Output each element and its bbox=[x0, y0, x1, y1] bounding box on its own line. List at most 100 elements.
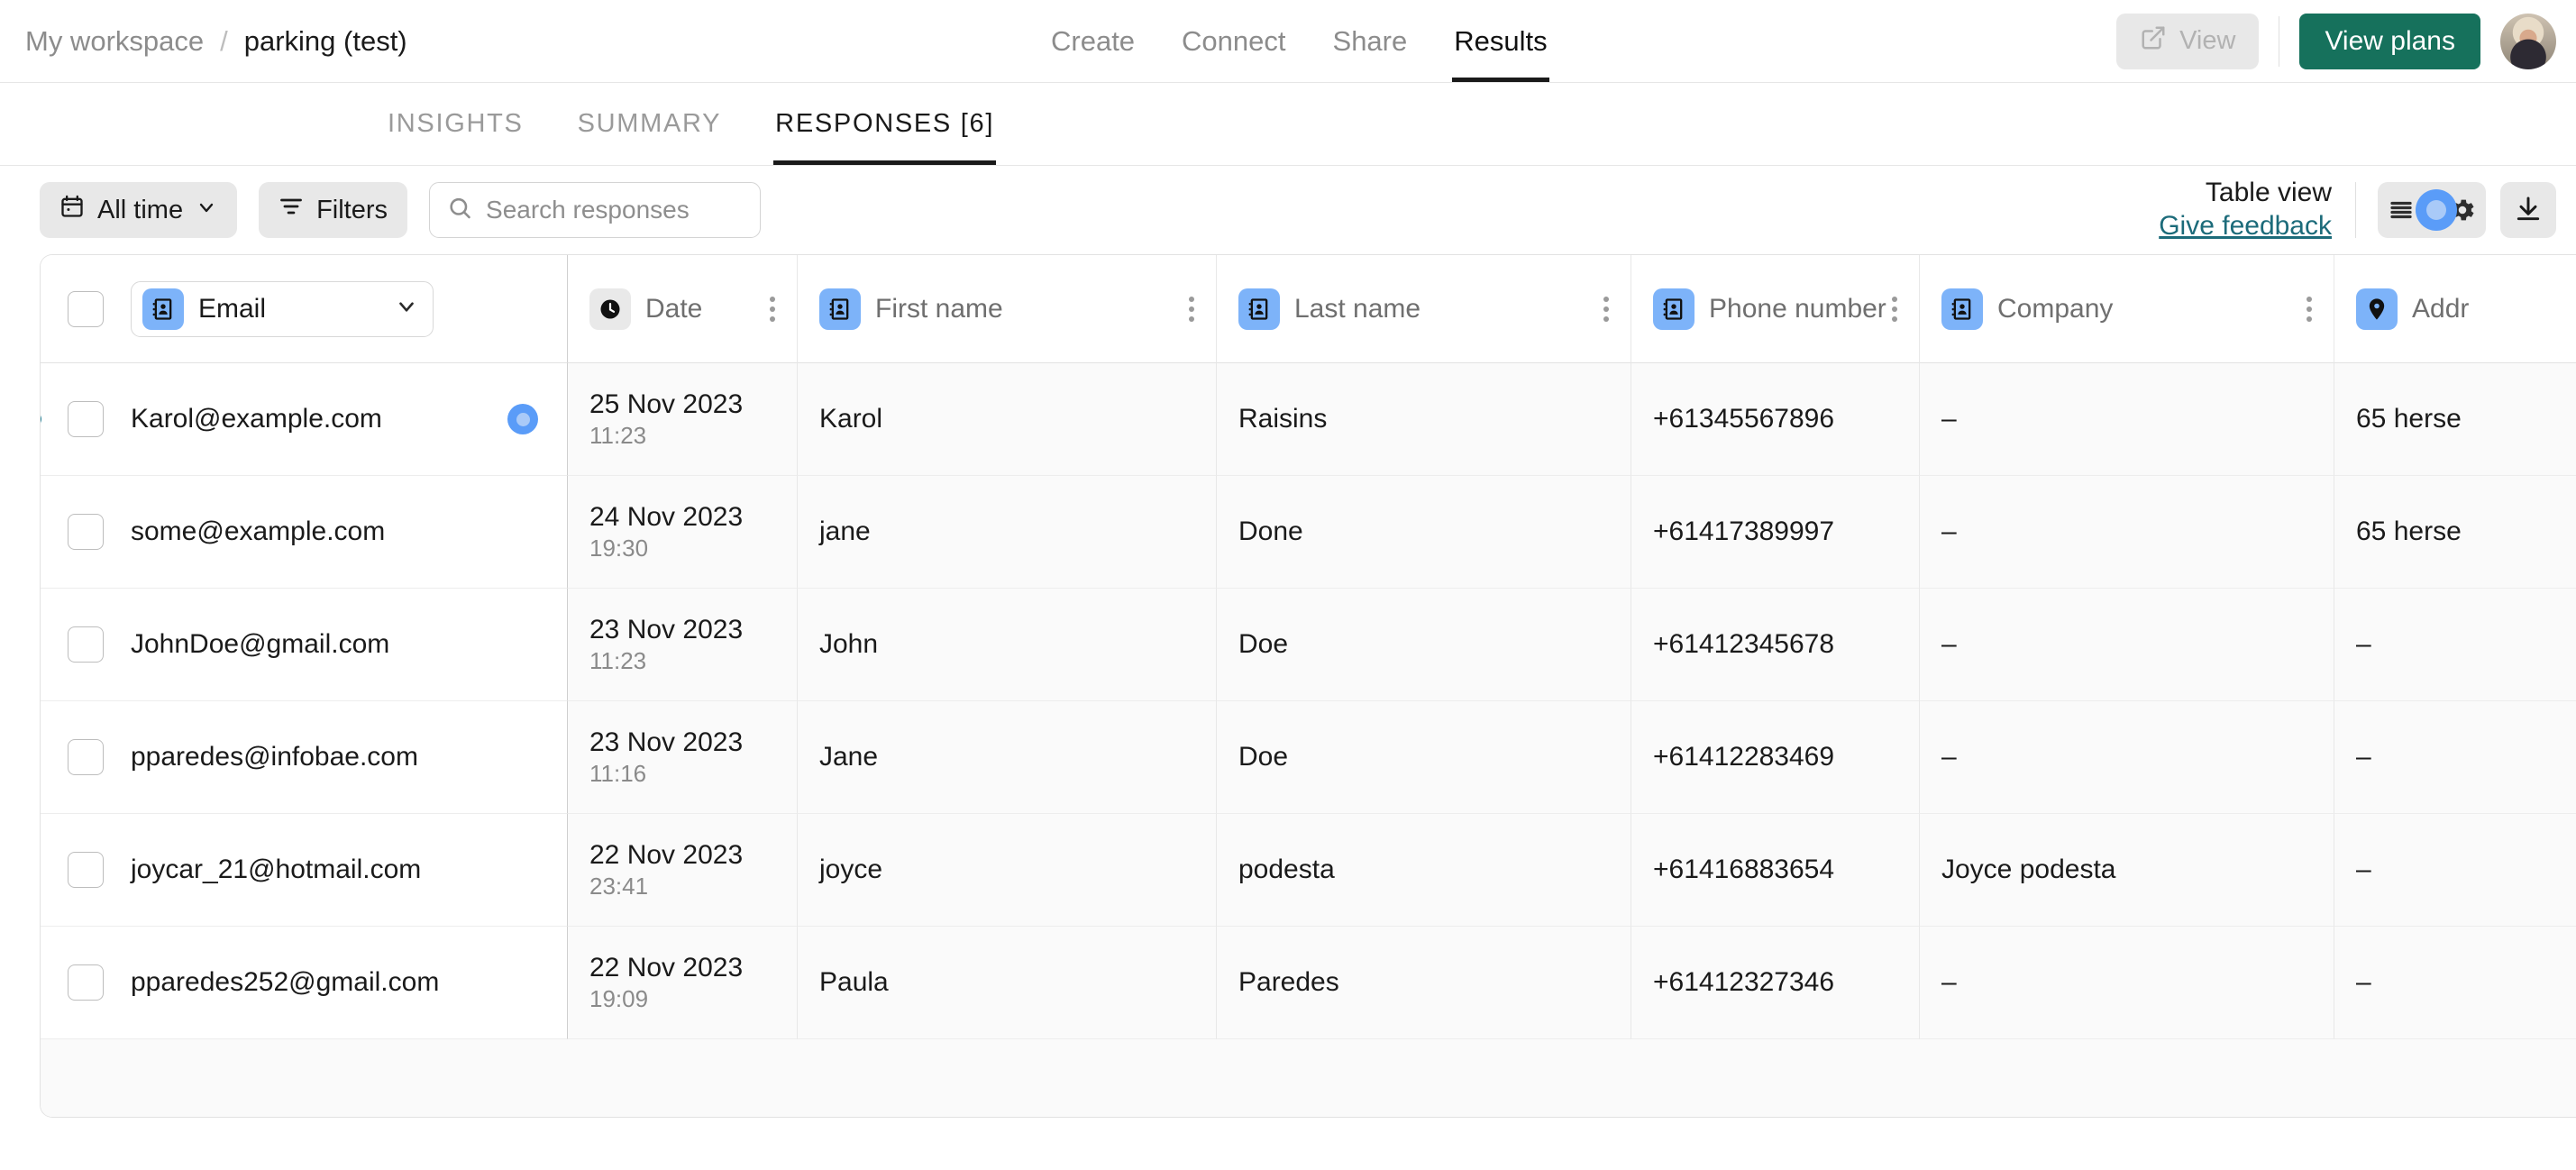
nav-tab-share[interactable]: Share bbox=[1310, 0, 1431, 82]
contact-card-icon bbox=[1238, 288, 1280, 330]
search-responses-wrapper bbox=[429, 182, 762, 238]
cell-phone-number: +61417389997 bbox=[1631, 476, 1920, 589]
cell-email: joycar_21@hotmail.com bbox=[131, 855, 422, 884]
nav-tab-results[interactable]: Results bbox=[1430, 0, 1570, 82]
cell-company: – bbox=[1920, 589, 2334, 701]
date-filter-label: All time bbox=[97, 195, 184, 224]
select-all-checkbox[interactable] bbox=[68, 290, 104, 327]
toggle-knob[interactable] bbox=[2416, 189, 2457, 231]
table-row[interactable]: pparedes252@gmail.com bbox=[41, 927, 568, 1039]
row-checkbox[interactable] bbox=[68, 401, 104, 437]
download-icon bbox=[2514, 195, 2543, 226]
cell-address: – bbox=[2334, 927, 2576, 1039]
cell-date-value: 23 Nov 2023 bbox=[589, 614, 744, 644]
column-menu-date[interactable] bbox=[764, 289, 781, 329]
filters-label: Filters bbox=[316, 195, 388, 224]
cell-last-name: Doe bbox=[1217, 701, 1631, 814]
cell-phone-number: +61412327346 bbox=[1631, 927, 1920, 1039]
cell-phone-number: +61345567896 bbox=[1631, 363, 1920, 476]
nav-tab-connect[interactable]: Connect bbox=[1158, 0, 1309, 82]
column-menu-company[interactable] bbox=[2301, 289, 2317, 329]
email-column-select[interactable]: Email bbox=[131, 280, 434, 337]
breadcrumb-separator: / bbox=[220, 24, 228, 57]
cell-address: – bbox=[2334, 814, 2576, 927]
column-header-address: Addr bbox=[2334, 255, 2576, 363]
row-status-badge bbox=[507, 404, 538, 434]
cell-address: 65 herse bbox=[2334, 363, 2576, 476]
table-row[interactable]: JohnDoe@gmail.com bbox=[41, 589, 568, 701]
cell-time-value: 11:23 bbox=[589, 646, 647, 674]
main-nav-tabs: Create Connect Share Results bbox=[1028, 0, 1571, 82]
cell-company: – bbox=[1920, 476, 2334, 589]
give-feedback-link[interactable]: Give feedback bbox=[2159, 210, 2332, 243]
top-bar-actions: View View plans bbox=[2116, 0, 2556, 82]
subtab-insights[interactable]: INSIGHTS bbox=[361, 83, 551, 165]
column-menu-last-name[interactable] bbox=[1598, 289, 1614, 329]
cell-first-name: Karol bbox=[798, 363, 1217, 476]
breadcrumb-workspace[interactable]: My workspace bbox=[25, 25, 204, 58]
cell-date: 23 Nov 2023 11:23 bbox=[568, 589, 798, 701]
row-checkbox[interactable] bbox=[68, 626, 104, 663]
cell-address: – bbox=[2334, 589, 2576, 701]
row-checkbox[interactable] bbox=[68, 514, 104, 550]
column-menu-first-name[interactable] bbox=[1183, 289, 1200, 329]
cell-time-value: 11:23 bbox=[589, 421, 647, 449]
cell-email: JohnDoe@gmail.com bbox=[131, 629, 390, 659]
table-row[interactable]: joycar_21@hotmail.com bbox=[41, 814, 568, 927]
toolbar-right-group: Table view Give feedback bbox=[2159, 177, 2556, 242]
search-input[interactable] bbox=[429, 182, 762, 238]
nav-tab-create[interactable]: Create bbox=[1028, 0, 1158, 82]
column-header-address-label: Addr bbox=[2412, 293, 2470, 324]
view-button[interactable]: View bbox=[2116, 13, 2260, 69]
filters-button[interactable]: Filters bbox=[259, 182, 408, 238]
nav-tab-connect-label: Connect bbox=[1182, 24, 1286, 57]
column-header-last-name: Last name bbox=[1217, 255, 1631, 363]
cell-company: – bbox=[1920, 701, 2334, 814]
table-row[interactable]: some@example.com bbox=[41, 476, 568, 589]
responses-table-area: Email Date First name Last name Phone nu… bbox=[0, 254, 2576, 1118]
table-grid: Email Date First name Last name Phone nu… bbox=[41, 255, 2576, 1039]
column-header-date: Date bbox=[568, 255, 798, 363]
column-header-first-name: First name bbox=[798, 255, 1217, 363]
responses-toolbar: All time Filters Table view Give feedbac… bbox=[0, 166, 2576, 254]
row-checkbox[interactable] bbox=[68, 964, 104, 1001]
responses-table: Email Date First name Last name Phone nu… bbox=[40, 254, 2576, 1118]
row-checkbox[interactable] bbox=[68, 739, 104, 775]
view-plans-button[interactable]: View plans bbox=[2299, 13, 2480, 69]
row-checkbox[interactable] bbox=[68, 852, 104, 888]
cell-date: 25 Nov 2023 11:23 bbox=[568, 363, 798, 476]
date-filter-button[interactable]: All time bbox=[40, 182, 238, 238]
top-bar: My workspace / parking (test) Create Con… bbox=[0, 0, 2576, 83]
cell-last-name: Raisins bbox=[1217, 363, 1631, 476]
table-footer-space bbox=[41, 1039, 2576, 1117]
avatar[interactable] bbox=[2500, 13, 2556, 69]
cell-date-value: 25 Nov 2023 bbox=[589, 388, 744, 419]
table-view-title: Table view bbox=[2205, 178, 2332, 208]
funnel-icon bbox=[279, 194, 304, 226]
column-header-company: Company bbox=[1920, 255, 2334, 363]
column-header-company-label: Company bbox=[1997, 293, 2114, 324]
table-row[interactable]: pparedes@infobae.com bbox=[41, 701, 568, 814]
cell-date: 24 Nov 2023 19:30 bbox=[568, 476, 798, 589]
cell-date: 22 Nov 2023 23:41 bbox=[568, 814, 798, 927]
cell-time-value: 11:16 bbox=[589, 759, 647, 787]
cell-phone-number: +61412345678 bbox=[1631, 589, 1920, 701]
download-button[interactable] bbox=[2500, 182, 2556, 238]
cell-email: some@example.com bbox=[131, 516, 386, 546]
subtab-responses[interactable]: RESPONSES [6] bbox=[748, 83, 1021, 165]
column-header-last-name-label: Last name bbox=[1294, 293, 1421, 324]
cell-address: 65 herse bbox=[2334, 476, 2576, 589]
external-link-icon bbox=[2140, 24, 2167, 59]
subtab-insights-label: INSIGHTS bbox=[388, 109, 524, 138]
column-menu-phone-number[interactable] bbox=[1886, 289, 1903, 329]
subtab-summary[interactable]: SUMMARY bbox=[551, 83, 749, 165]
column-header-phone-number: Phone number bbox=[1631, 255, 1920, 363]
cell-date: 23 Nov 2023 11:16 bbox=[568, 701, 798, 814]
column-header-email: Email bbox=[41, 255, 568, 363]
cell-email: Karol@example.com bbox=[131, 404, 382, 434]
breadcrumb: My workspace / parking (test) bbox=[25, 25, 407, 58]
breadcrumb-current[interactable]: parking (test) bbox=[244, 25, 407, 58]
table-row[interactable]: Karol@example.com bbox=[41, 363, 568, 476]
map-pin-icon bbox=[2356, 288, 2398, 330]
cell-first-name: jane bbox=[798, 476, 1217, 589]
